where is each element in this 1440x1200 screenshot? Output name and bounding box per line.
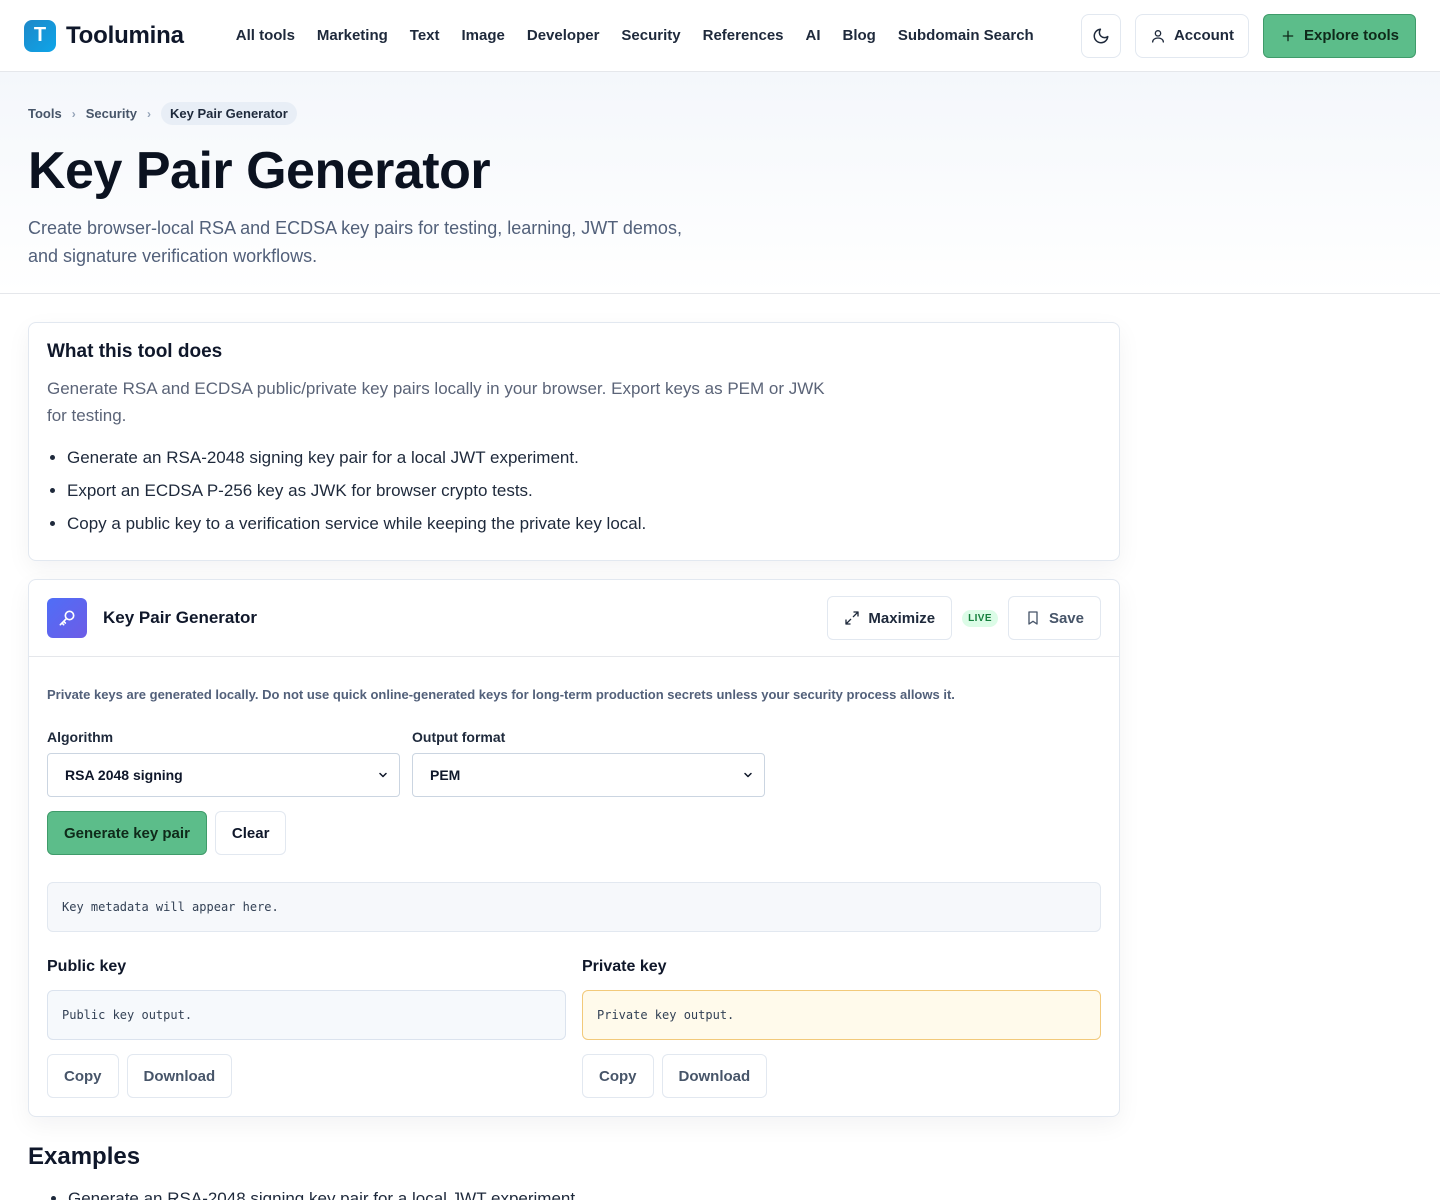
private-key-label: Private key [582,958,667,975]
algorithm-label: Algorithm [47,729,114,745]
main-nav: All tools Marketing Text Image Developer… [236,27,1081,44]
page-description: Create browser-local RSA and ECDSA key p… [28,218,682,267]
public-key-label: Public key [47,958,127,975]
logo-mark: T [24,19,56,52]
examples-list: Generate an RSA-2048 signing key pair fo… [28,1187,1412,1200]
algorithm-value: RSA 2048 signing [65,767,183,783]
algorithm-select[interactable]: RSA 2048 signing [47,753,400,797]
security-notice: Private keys are generated locally. Do n… [47,687,955,702]
algorithm-field: Algorithm RSA 2048 signing [47,729,400,797]
generate-key-pair-button[interactable]: Generate key pair [47,811,207,855]
chevron-down-icon [744,772,752,778]
nav-item-marketing[interactable]: Marketing [317,27,388,44]
expand-icon [845,611,860,625]
nav-item-security[interactable]: Security [621,27,680,44]
moon-icon [1093,28,1109,43]
explore-label: Explore tools [1303,27,1399,44]
about-text: Generate RSA and ECDSA public/private ke… [47,379,825,425]
breadcrumb-current: Key Pair Generator [161,102,297,125]
format-label: Output format [412,729,506,745]
chevron-right-icon: › [71,106,76,121]
chevron-down-icon [379,772,387,778]
explore-tools-button[interactable]: Explore tools [1262,13,1416,58]
nav-item-blog[interactable]: Blog [843,27,876,44]
nav-item-subdomain-search[interactable]: Subdomain Search [898,27,1034,44]
format-select[interactable]: PEM [412,753,765,797]
public-key-actions: Copy Download [47,1054,566,1098]
list-item: Generate an RSA-2048 signing key pair fo… [68,1187,1412,1200]
about-heading: What this tool does [47,341,223,362]
copy-public-key-button[interactable]: Copy [47,1054,119,1098]
live-badge: LIVE [962,609,998,627]
key-icon [59,610,75,626]
examples-section: Examples Generate an RSA-2048 signing ke… [0,1117,1440,1200]
breadcrumb: Tools › Security › Key Pair Generator [28,102,1412,125]
bookmark-icon [1028,611,1038,625]
private-key-column: Private key Private key output. Copy Dow… [582,958,1101,1098]
about-list: Generate an RSA-2048 signing key pair fo… [47,441,1101,540]
about-card: What this tool does Generate RSA and ECD… [28,322,1120,561]
tool-name: Key Pair Generator [103,608,258,627]
list-item: Generate an RSA-2048 signing key pair fo… [67,441,1101,474]
theme-toggle-button[interactable] [1080,13,1121,58]
brand-logo[interactable]: T Toolumina [24,19,184,52]
plus-icon [1282,30,1294,41]
save-label: Save [1048,609,1084,627]
list-item: Export an ECDSA P-256 key as JWK for bro… [67,474,1101,507]
public-key-column: Public key Public key output. Copy Downl… [47,958,566,1098]
list-item: Copy a public key to a verification serv… [67,507,1101,540]
key-metadata-output[interactable]: Key metadata will appear here. [47,882,1101,932]
clear-button[interactable]: Clear [214,811,287,855]
nav-item-image[interactable]: Image [462,27,505,44]
page-title: Key Pair Generator [28,142,491,200]
account-label: Account [1173,27,1234,44]
nav-item-all-tools[interactable]: All tools [236,27,295,44]
account-button[interactable]: Account [1134,13,1249,58]
nav-item-ai[interactable]: AI [806,27,821,44]
nav-item-developer[interactable]: Developer [527,27,600,44]
download-public-key-button[interactable]: Download [126,1054,233,1098]
tool-header: Key Pair Generator Maximize LIVE Save [29,580,1119,657]
tool-body: Private keys are generated locally. Do n… [29,657,1119,1116]
hero-section: Tools › Security › Key Pair Generator Ke… [0,72,1440,294]
save-button[interactable]: Save [1007,596,1101,640]
breadcrumb-tools[interactable]: Tools [28,106,62,121]
nav-item-text[interactable]: Text [410,27,440,44]
format-value: PEM [430,767,461,783]
tool-card: Key Pair Generator Maximize LIVE Save Pr… [28,579,1120,1117]
nav-item-references[interactable]: References [703,27,784,44]
private-key-actions: Copy Download [582,1054,1101,1098]
brand-name: Toolumina [66,21,184,49]
header-actions: Account Explore tools [1080,13,1416,58]
tool-actions: Generate key pair Clear [47,811,1101,855]
chevron-right-icon: › [147,106,152,121]
examples-heading: Examples [28,1143,141,1170]
tool-icon [47,598,87,638]
key-outputs: Public key Public key output. Copy Downl… [47,958,1101,1098]
user-icon [1151,29,1164,43]
maximize-label: Maximize [868,609,936,627]
breadcrumb-security[interactable]: Security [86,106,137,121]
public-key-output[interactable]: Public key output. [47,990,566,1040]
options-row: Algorithm RSA 2048 signing Output format… [47,729,1101,797]
copy-private-key-button[interactable]: Copy [582,1054,654,1098]
maximize-button[interactable]: Maximize [827,596,953,640]
format-field: Output format PEM [412,729,765,797]
private-key-output[interactable]: Private key output. [582,990,1101,1040]
main-content: What this tool does Generate RSA and ECD… [0,294,1148,1117]
download-private-key-button[interactable]: Download [661,1054,768,1098]
top-navigation-bar: T Toolumina All tools Marketing Text Ima… [0,0,1440,72]
